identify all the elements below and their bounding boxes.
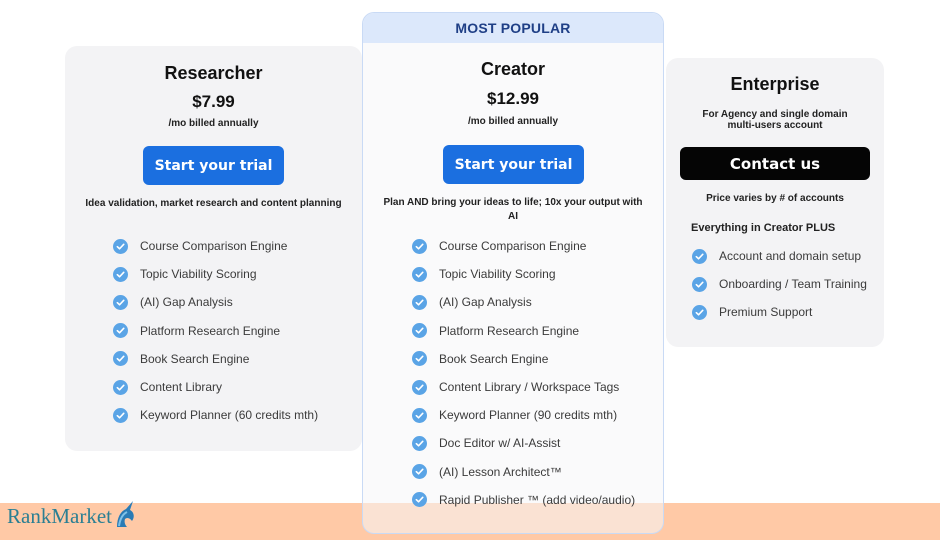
most-popular-badge: MOST POPULAR <box>363 13 663 43</box>
check-icon <box>692 248 707 264</box>
start-trial-button[interactable]: Start your trial <box>143 146 284 185</box>
check-icon <box>113 238 128 254</box>
feature-item: (AI) Gap Analysis <box>113 288 318 316</box>
feature-list: Course Comparison Engine Topic Viability… <box>412 232 635 514</box>
feature-item: Premium Support <box>692 298 867 326</box>
check-icon <box>113 266 128 282</box>
plan-name: Enterprise <box>730 74 820 94</box>
plan-price: $7.99 <box>192 92 235 111</box>
plan-description: Plan AND bring your ideas to life; 10x y… <box>383 197 643 222</box>
feature-item: Onboarding / Team Training <box>692 270 867 298</box>
plan-subtitle: For Agency and single domain multi-users… <box>702 109 848 131</box>
check-icon <box>412 323 427 339</box>
check-icon <box>692 304 707 320</box>
check-icon <box>113 379 128 395</box>
unicorn-icon <box>116 500 134 527</box>
plan-name: Researcher <box>164 63 263 83</box>
creator-plan-card: MOST POPULAR Creator $12.99 /mo billed a… <box>362 12 664 534</box>
logo-market-text: Market <box>51 504 112 528</box>
feature-item: Keyword Planner (60 credits mth) <box>113 401 318 429</box>
features-heading: Everything in Creator PLUS <box>691 222 836 234</box>
check-icon <box>412 464 427 480</box>
feature-item: Book Search Engine <box>412 345 635 373</box>
check-icon <box>412 492 427 508</box>
feature-item: (AI) Gap Analysis <box>412 288 635 316</box>
check-icon <box>113 351 128 367</box>
billing-note: /mo billed annually <box>168 118 259 129</box>
rankmarket-logo[interactable]: Rank Market <box>7 500 137 529</box>
plan-description: Idea validation, market research and con… <box>85 198 342 209</box>
contact-us-button[interactable]: Contact us <box>680 147 870 180</box>
feature-item: Platform Research Engine <box>113 317 318 345</box>
feature-item: Content Library <box>113 373 318 401</box>
feature-item: Book Search Engine <box>113 345 318 373</box>
check-icon <box>412 379 427 395</box>
start-trial-button[interactable]: Start your trial <box>443 145 584 184</box>
feature-item: Doc Editor w/ AI-Assist <box>412 429 635 457</box>
check-icon <box>412 266 427 282</box>
check-icon <box>412 238 427 254</box>
check-icon <box>113 407 128 423</box>
feature-item: Platform Research Engine <box>412 317 635 345</box>
logo-rank-text: Rank <box>7 504 52 528</box>
billing-note: /mo billed annually <box>467 116 558 127</box>
feature-item: Rapid Publisher ™ (add video/audio) <box>412 486 635 514</box>
feature-item: (AI) Lesson Architect™ <box>412 458 635 486</box>
check-icon <box>692 276 707 292</box>
researcher-plan-card: Researcher $7.99 /mo billed annually Sta… <box>65 46 362 451</box>
check-icon <box>412 294 427 310</box>
feature-item: Content Library / Workspace Tags <box>412 373 635 401</box>
feature-list: Account and domain setup Onboarding / Te… <box>692 242 867 327</box>
feature-list: Course Comparison Engine Topic Viability… <box>113 232 318 429</box>
check-icon <box>412 407 427 423</box>
price-note: Price varies by # of accounts <box>706 193 844 204</box>
feature-item: Account and domain setup <box>692 242 867 270</box>
check-icon <box>113 323 128 339</box>
enterprise-plan-card: Enterprise For Agency and single domain … <box>666 58 884 347</box>
check-icon <box>412 435 427 451</box>
feature-item: Course Comparison Engine <box>113 232 318 260</box>
feature-item: Course Comparison Engine <box>412 232 635 260</box>
check-icon <box>412 351 427 367</box>
feature-item: Topic Viability Scoring <box>113 260 318 288</box>
feature-item: Keyword Planner (90 credits mth) <box>412 401 635 429</box>
feature-item: Topic Viability Scoring <box>412 260 635 288</box>
plan-name: Creator <box>480 59 546 79</box>
check-icon <box>113 294 128 310</box>
plan-price: $12.99 <box>487 89 539 108</box>
